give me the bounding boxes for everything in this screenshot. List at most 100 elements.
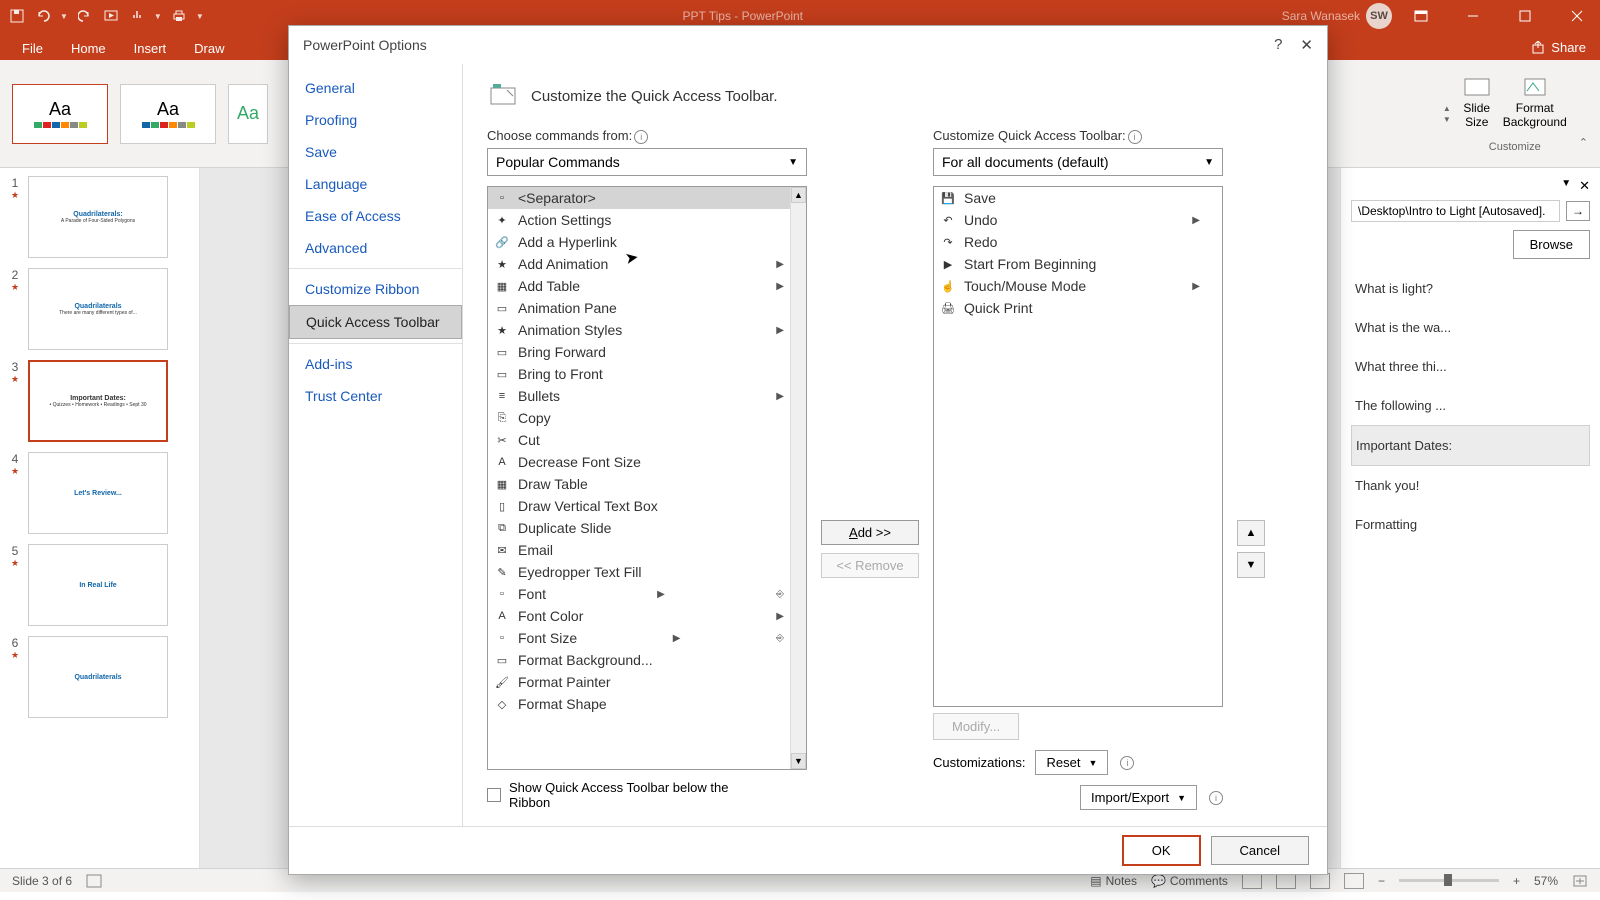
panel-dropdown-icon[interactable]: ▼ <box>1561 178 1571 194</box>
move-up-button[interactable]: ▲ <box>1237 520 1265 546</box>
command-item[interactable]: ✉Email <box>488 539 790 561</box>
sidebar-item-general[interactable]: General <box>289 72 462 104</box>
ok-button[interactable]: OK <box>1122 835 1201 866</box>
panel-close-icon[interactable]: ✕ <box>1579 178 1590 194</box>
command-item[interactable]: ▫Font Size▶⎆ <box>488 627 790 649</box>
current-qat-listbox[interactable]: 💾Save↶Undo▶↷Redo▶Start From Beginning☝To… <box>933 186 1223 707</box>
dialog-close-icon[interactable]: ✕ <box>1300 36 1313 54</box>
command-item[interactable]: ≡Bullets▶ <box>488 385 790 407</box>
tab-draw[interactable]: Draw <box>180 36 238 60</box>
browse-button[interactable]: Browse <box>1513 230 1590 259</box>
outline-item[interactable]: What three thi... <box>1351 347 1590 386</box>
slide-thumb-3[interactable]: Important Dates:• Quizzes • Homework • R… <box>28 360 168 442</box>
outline-item[interactable]: What is light? <box>1351 269 1590 308</box>
info-icon[interactable]: i <box>1128 130 1142 144</box>
command-item[interactable]: AFont Color▶ <box>488 605 790 627</box>
format-background-button[interactable]: Format Background <box>1503 75 1567 129</box>
sidebar-item-ease-of-access[interactable]: Ease of Access <box>289 200 462 232</box>
qat-item[interactable]: ☝Touch/Mouse Mode▶ <box>934 275 1206 297</box>
zoom-slider[interactable] <box>1399 879 1499 882</box>
slide-size-button[interactable]: Slide Size <box>1463 75 1491 129</box>
sidebar-item-proofing[interactable]: Proofing <box>289 104 462 136</box>
scrollbar[interactable]: ▲▼ <box>790 187 806 769</box>
modify-button[interactable]: Modify... <box>933 713 1019 740</box>
command-item[interactable]: 🔗Add a Hyperlink <box>488 231 790 253</box>
info-icon[interactable]: i <box>634 130 648 144</box>
command-item[interactable]: ▯Draw Vertical Text Box <box>488 495 790 517</box>
sidebar-item-customize-ribbon[interactable]: Customize Ribbon <box>289 268 462 305</box>
command-item[interactable]: ▦Add Table▶ <box>488 275 790 297</box>
move-down-button[interactable]: ▼ <box>1237 552 1265 578</box>
outline-item[interactable]: The following ... <box>1351 386 1590 425</box>
sidebar-item-advanced[interactable]: Advanced <box>289 232 462 264</box>
theme-3[interactable]: Aa <box>228 84 268 144</box>
close-icon[interactable] <box>1554 0 1600 32</box>
zoom-level[interactable]: 57% <box>1534 874 1558 888</box>
choose-commands-dropdown[interactable]: Popular Commands ▼ <box>487 148 807 176</box>
touch-dropdown-icon[interactable]: ▼ <box>154 12 162 21</box>
info-icon[interactable]: i <box>1209 791 1223 805</box>
dialog-help-icon[interactable]: ? <box>1274 36 1282 54</box>
touch-mode-icon[interactable] <box>128 7 146 25</box>
share-button[interactable]: Share <box>1517 35 1600 60</box>
slide-thumb-1[interactable]: Quadrilaterals:A Parade of Four-Sided Po… <box>28 176 168 258</box>
command-item[interactable]: ⎘Copy <box>488 407 790 429</box>
minimize-icon[interactable] <box>1450 0 1496 32</box>
sidebar-item-save[interactable]: Save <box>289 136 462 168</box>
command-item[interactable]: ▫<Separator> <box>488 187 790 209</box>
slideshow-view-icon[interactable] <box>1344 873 1364 889</box>
command-item[interactable]: 🖌Format Painter <box>488 671 790 693</box>
cancel-button[interactable]: Cancel <box>1211 836 1309 865</box>
command-item[interactable]: ✂Cut <box>488 429 790 451</box>
go-icon[interactable]: → <box>1566 201 1590 221</box>
fit-window-icon[interactable] <box>1572 874 1588 888</box>
slide-counter[interactable]: Slide 3 of 6 <box>12 874 72 888</box>
command-item[interactable]: ▭Animation Pane <box>488 297 790 319</box>
command-item[interactable]: ▭Format Background... <box>488 649 790 671</box>
undo-dropdown-icon[interactable]: ▼ <box>60 12 68 21</box>
quick-print-icon[interactable] <box>170 7 188 25</box>
show-below-checkbox[interactable] <box>487 788 501 802</box>
user-avatar[interactable]: SW <box>1366 3 1392 29</box>
command-item[interactable]: ▭Bring to Front <box>488 363 790 385</box>
variants-dropdown-icon[interactable]: ▲▼ <box>1443 104 1451 124</box>
tab-home[interactable]: Home <box>57 36 120 60</box>
command-item[interactable]: ▭Bring Forward <box>488 341 790 363</box>
command-item[interactable]: ★Animation Styles▶ <box>488 319 790 341</box>
command-item[interactable]: ▦Draw Table <box>488 473 790 495</box>
info-icon[interactable]: i <box>1120 756 1134 770</box>
command-item[interactable]: ✦Action Settings <box>488 209 790 231</box>
command-item[interactable]: ★Add Animation▶ <box>488 253 790 275</box>
spell-check-icon[interactable] <box>86 874 102 888</box>
theme-1[interactable]: Aa <box>12 84 108 144</box>
scroll-up-icon[interactable]: ▲ <box>791 187 806 203</box>
undo-icon[interactable] <box>34 7 52 25</box>
slide-thumb-5[interactable]: In Real Life <box>28 544 168 626</box>
slide-thumb-2[interactable]: QuadrilateralsThere are many different t… <box>28 268 168 350</box>
command-item[interactable]: ✎Eyedropper Text Fill <box>488 561 790 583</box>
sidebar-item-quick-access-toolbar[interactable]: Quick Access Toolbar <box>289 305 462 339</box>
qat-item[interactable]: 💾Save <box>934 187 1206 209</box>
command-item[interactable]: ADecrease Font Size <box>488 451 790 473</box>
slide-thumb-4[interactable]: Let's Review... <box>28 452 168 534</box>
qat-item[interactable]: 🖨Quick Print <box>934 297 1206 319</box>
import-export-dropdown[interactable]: Import/Export▼ <box>1080 785 1197 810</box>
outline-item[interactable]: Important Dates: <box>1351 425 1590 466</box>
collapse-ribbon-icon[interactable]: ⌃ <box>1579 136 1588 149</box>
command-item[interactable]: ⧉Duplicate Slide <box>488 517 790 539</box>
path-select[interactable]: \Desktop\Intro to Light [Autosaved]. <box>1351 200 1560 222</box>
commands-listbox[interactable]: ▫<Separator>✦Action Settings🔗Add a Hyper… <box>487 186 807 770</box>
zoom-out-icon[interactable]: − <box>1378 874 1385 888</box>
sidebar-item-add-ins[interactable]: Add-ins <box>289 343 462 380</box>
notes-button[interactable]: ▤Notes <box>1090 874 1137 888</box>
zoom-in-icon[interactable]: + <box>1513 874 1520 888</box>
save-icon[interactable] <box>8 7 26 25</box>
qat-customize-dropdown-icon[interactable]: ▼ <box>196 12 204 21</box>
qat-item[interactable]: ↶Undo▶ <box>934 209 1206 231</box>
outline-item[interactable]: Formatting <box>1351 505 1590 544</box>
start-from-beginning-icon[interactable] <box>102 7 120 25</box>
theme-2[interactable]: Aa <box>120 84 216 144</box>
qat-item[interactable]: ↷Redo <box>934 231 1206 253</box>
slide-thumb-6[interactable]: Quadrilaterals <box>28 636 168 718</box>
outline-item[interactable]: What is the wa... <box>1351 308 1590 347</box>
